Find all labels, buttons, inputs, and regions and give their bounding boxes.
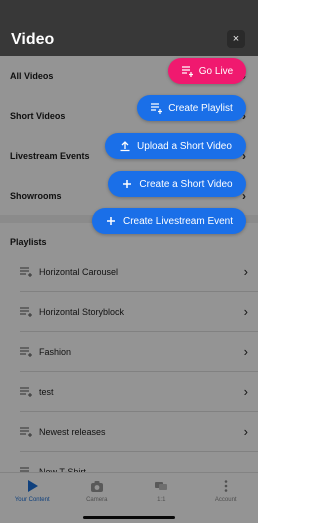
playlist-icon <box>151 103 163 114</box>
go-live-button[interactable]: Go Live <box>168 58 246 84</box>
create-short-video-label: Create a Short Video <box>139 178 233 190</box>
go-live-label: Go Live <box>198 65 234 77</box>
page-title-overlay: Video <box>11 31 55 48</box>
close-icon: × <box>232 33 240 45</box>
create-livestream-event-label: Create Livestream Event <box>122 215 234 227</box>
create-playlist-label: Create Playlist <box>168 102 233 114</box>
create-short-video-button[interactable]: Create a Short Video <box>108 171 246 197</box>
plus-icon <box>106 217 115 225</box>
app-screen: Video × All Videos › Short Videos › Live… <box>0 0 258 524</box>
upload-short-video-button[interactable]: Upload a Short Video <box>105 133 246 159</box>
header-overlay: Video × <box>0 0 258 56</box>
create-livestream-event-button[interactable]: Create Livestream Event <box>92 208 246 234</box>
create-playlist-button[interactable]: Create Playlist <box>137 95 246 121</box>
close-overlay-button[interactable]: × <box>227 30 245 48</box>
plus-icon <box>123 180 132 188</box>
upload-icon <box>120 141 130 152</box>
playlist-icon <box>181 66 193 77</box>
upload-short-video-label: Upload a Short Video <box>137 140 232 152</box>
overlay-dim[interactable] <box>0 56 258 523</box>
